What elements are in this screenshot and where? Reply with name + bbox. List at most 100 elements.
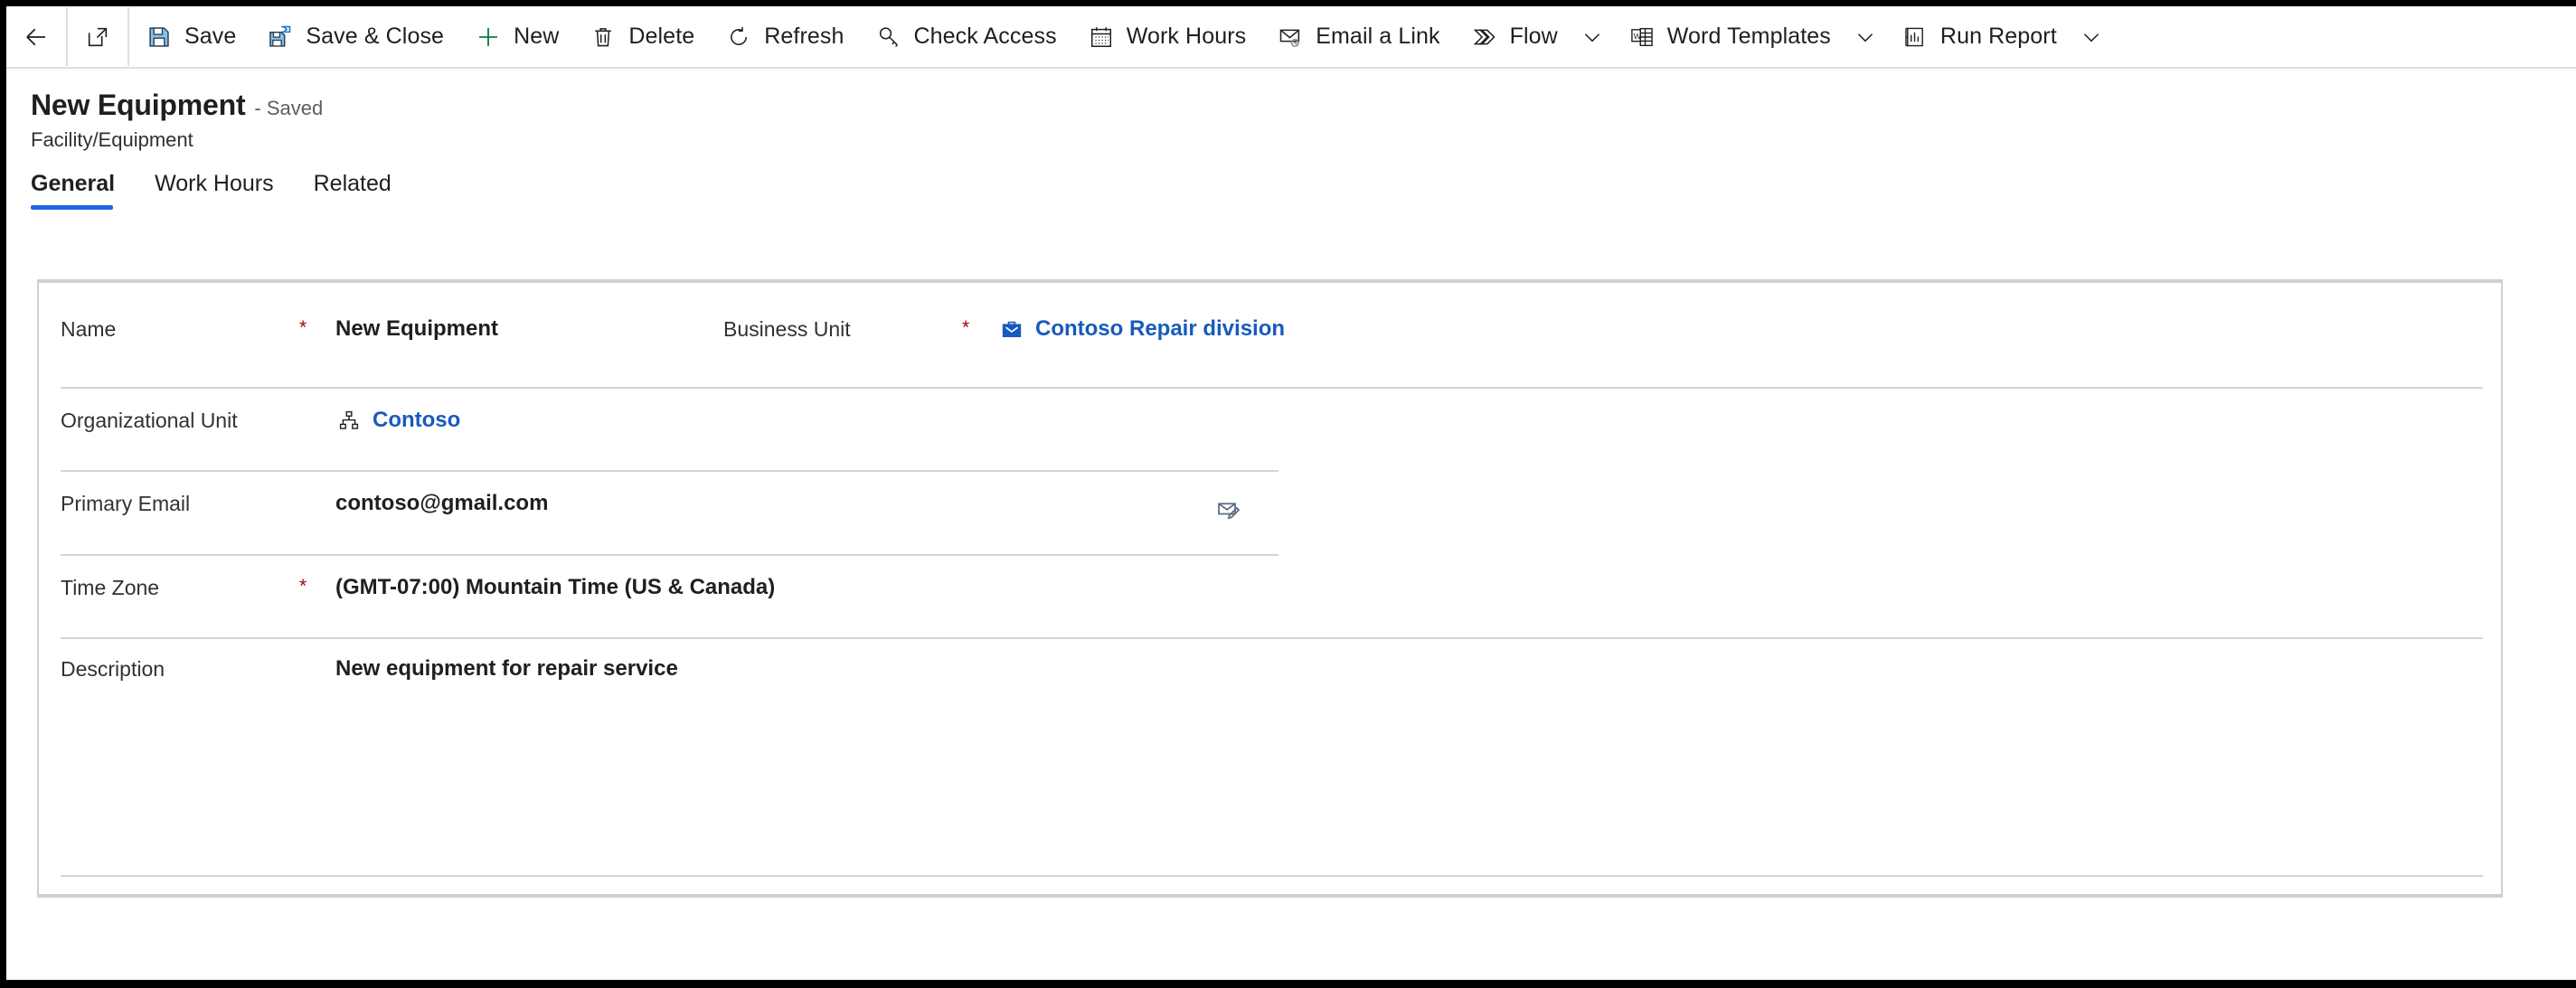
key-glyph	[879, 26, 898, 47]
save-button[interactable]: Save	[129, 7, 250, 66]
plus-glyph	[479, 27, 497, 46]
save-button-label: Save	[184, 24, 237, 49]
email-compose-icon	[1218, 503, 1241, 520]
row-divider-5	[61, 875, 2483, 877]
arrow-left-icon	[26, 28, 45, 45]
refresh-glyph	[731, 26, 748, 45]
field-value-business-unit[interactable]: Contoso Repair division	[998, 316, 1285, 342]
tab-work-hours-label: Work Hours	[155, 171, 274, 196]
work-hours-button-label: Work Hours	[1126, 24, 1247, 49]
field-value-primary-email[interactable]: contoso@gmail.com	[335, 491, 548, 516]
field-label-business-unit: Business Unit	[723, 317, 851, 341]
flow-chevron-button[interactable]	[1572, 7, 1612, 66]
org-chart-icon	[335, 408, 363, 433]
tab-work-hours[interactable]: Work Hours	[155, 171, 274, 210]
row-divider-2	[61, 470, 1279, 472]
field-value-description[interactable]: New equipment for repair service	[335, 656, 678, 682]
save-and-close-button[interactable]: Save & Close	[250, 7, 458, 66]
calendar-glyph	[1090, 26, 1111, 47]
save-icon	[144, 22, 175, 52]
form-tab-list: General Work Hours Related	[6, 171, 2576, 221]
word-templates-chevron-button[interactable]	[1845, 7, 1885, 66]
email-a-link-button[interactable]: Email a Link	[1260, 7, 1454, 66]
delete-button-label: Delete	[628, 24, 695, 49]
field-row-name: Name * New Equipment	[61, 316, 498, 342]
refresh-icon	[723, 22, 754, 52]
refresh-button-label: Refresh	[764, 24, 845, 49]
report-icon	[1900, 22, 1930, 52]
save-and-close-icon	[265, 22, 296, 52]
email-a-link-button-label: Email a Link	[1316, 24, 1440, 49]
entity-name-label: Facility/Equipment	[31, 128, 193, 151]
tab-general[interactable]: General	[31, 171, 115, 210]
general-tab-form-card: Name * New Equipment Business Unit * Con…	[37, 279, 2503, 898]
calendar-icon	[1086, 22, 1117, 52]
tab-related-label: Related	[313, 171, 392, 196]
work-hours-button[interactable]: Work Hours	[1071, 7, 1261, 66]
chevron-down-icon	[1584, 33, 1599, 42]
new-button[interactable]: New	[458, 7, 573, 66]
word-templates-button[interactable]: W Word Templates	[1612, 7, 1845, 66]
check-access-button[interactable]: Check Access	[859, 7, 1071, 66]
run-report-chevron-button[interactable]	[2071, 7, 2111, 66]
row-divider-3	[61, 554, 1279, 556]
field-row-organizational-unit: Organizational Unit Contoso	[61, 408, 460, 433]
field-label-organizational-unit: Organizational Unit	[61, 409, 238, 432]
chevron-down-icon	[2083, 33, 2099, 42]
popout-icon	[88, 27, 108, 46]
field-row-business-unit: Business Unit * Contoso Repair division	[723, 316, 1285, 342]
required-marker-time-zone: *	[299, 576, 307, 597]
briefcase-glyph	[1002, 321, 1022, 337]
floppy-disk-icon	[149, 26, 169, 47]
open-in-new-window-button[interactable]	[68, 7, 127, 66]
floppy-disk-arrow-icon	[269, 25, 291, 47]
flow-button[interactable]: Flow	[1455, 7, 1572, 66]
flow-button-label: Flow	[1509, 24, 1558, 49]
compose-email-button[interactable]	[1214, 498, 1243, 528]
check-access-button-label: Check Access	[913, 24, 1057, 49]
email-link-icon	[1275, 22, 1306, 52]
field-value-organizational-unit[interactable]: Contoso	[335, 408, 460, 433]
field-label-primary-email: Primary Email	[61, 492, 191, 515]
row-divider-4	[61, 637, 2483, 639]
run-report-button[interactable]: Run Report	[1885, 7, 2071, 66]
business-unit-link-text: Contoso Repair division	[1035, 316, 1286, 341]
delete-button[interactable]: Delete	[573, 7, 709, 66]
field-row-description: Description New equipment for repair ser…	[61, 656, 678, 682]
field-value-name[interactable]: New Equipment	[335, 316, 498, 342]
row-divider-1	[61, 387, 2483, 389]
back-button[interactable]	[6, 7, 66, 66]
field-label-name: Name	[61, 317, 117, 341]
run-report-button-label: Run Report	[1939, 24, 2057, 49]
tab-general-label: General	[31, 171, 116, 196]
page-title: New Equipment	[31, 89, 246, 121]
field-label-time-zone: Time Zone	[61, 576, 160, 599]
required-marker-name: *	[299, 317, 307, 338]
chevron-down-icon	[1857, 33, 1873, 42]
flow-glyph	[1473, 29, 1496, 44]
plus-icon	[473, 22, 504, 52]
field-row-primary-email: Primary Email contoso@gmail.com	[61, 491, 548, 516]
report-chart-glyph	[1905, 27, 1923, 46]
word-doc-glyph: W	[1631, 27, 1653, 46]
key-icon	[873, 22, 904, 52]
organizational-unit-link-text: Contoso	[373, 408, 461, 432]
word-icon: W	[1627, 22, 1657, 52]
field-label-description: Description	[61, 657, 165, 681]
trash-icon	[588, 22, 618, 52]
new-button-label: New	[514, 24, 560, 49]
word-templates-button-label: Word Templates	[1666, 24, 1831, 49]
record-header: New Equipment - Saved Facility/Equipment	[6, 69, 2576, 164]
envelope-link-glyph	[1279, 29, 1300, 47]
trash-glyph	[595, 27, 612, 46]
required-marker-business-unit: *	[962, 317, 970, 338]
save-status-text: - Saved	[254, 97, 324, 119]
field-value-time-zone[interactable]: (GMT-07:00) Mountain Time (US & Canada)	[335, 575, 775, 600]
flow-icon	[1469, 22, 1500, 52]
field-row-time-zone: Time Zone * (GMT-07:00) Mountain Time (U…	[61, 575, 775, 600]
save-and-close-button-label: Save & Close	[306, 24, 445, 49]
refresh-button[interactable]: Refresh	[709, 7, 858, 66]
tab-related[interactable]: Related	[314, 171, 392, 210]
briefcase-icon	[998, 316, 1025, 342]
app-window: Save Save & Close New Delete Refresh Che…	[0, 0, 2576, 988]
